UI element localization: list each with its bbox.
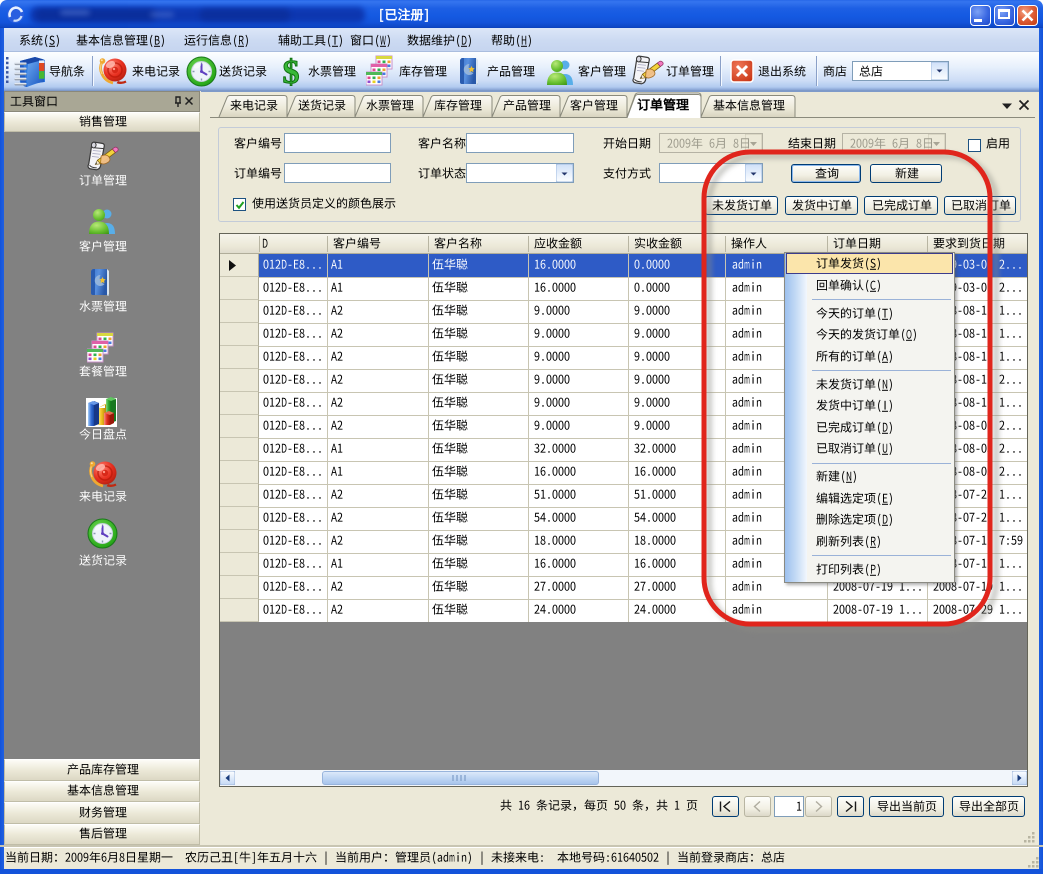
svg-text:$: $ [283, 55, 300, 89]
